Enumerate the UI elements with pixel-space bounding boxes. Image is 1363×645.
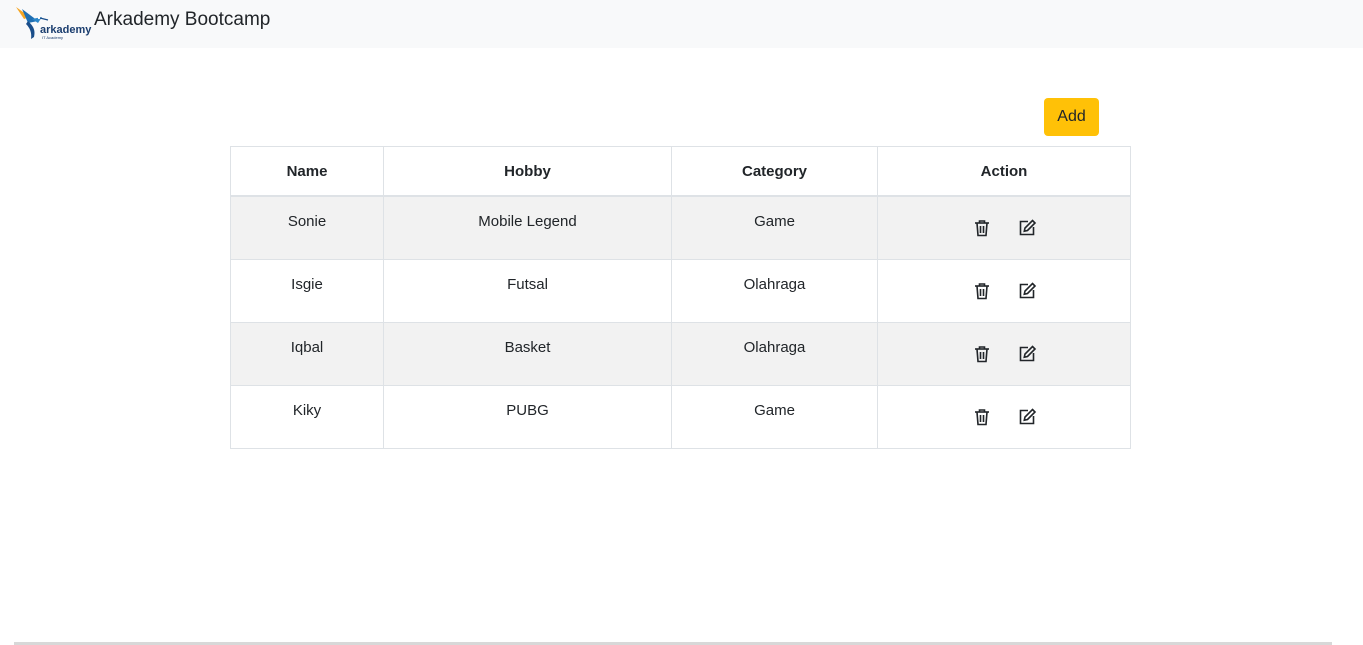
cell-action [877, 385, 1131, 449]
hobby-text: PUBG [506, 402, 549, 419]
table-row: Isgie Futsal Olahraga [230, 259, 1131, 323]
category-text: Olahraga [743, 339, 806, 356]
cell-name: Kiky [230, 385, 384, 449]
cell-name: Iqbal [230, 322, 384, 386]
trash-icon[interactable] [972, 344, 992, 364]
hobby-table: Name Hobby Category Action Sonie Mobile … [230, 146, 1131, 449]
cell-action [877, 195, 1131, 260]
header-hobby: Hobby [383, 146, 672, 197]
category-text: Game [754, 213, 795, 230]
cell-name: Isgie [230, 259, 384, 323]
cell-category: Olahraga [671, 322, 878, 386]
category-text: Game [754, 402, 795, 419]
cell-action [877, 322, 1131, 386]
name-text: Isgie [291, 276, 323, 293]
cell-action [877, 259, 1131, 323]
trash-icon[interactable] [972, 407, 992, 427]
brand-title[interactable]: Arkademy Bootcamp [94, 8, 270, 32]
add-button[interactable]: Add [1044, 98, 1099, 136]
edit-icon[interactable] [1018, 218, 1038, 238]
table-header-row: Name Hobby Category Action [230, 146, 1131, 197]
svg-text:IT Academy: IT Academy [42, 35, 63, 40]
arkademy-logo[interactable]: arkademy IT Academy [12, 3, 96, 43]
cell-category: Game [671, 195, 878, 260]
cell-hobby: Futsal [383, 259, 672, 323]
category-text: Olahraga [743, 276, 806, 293]
edit-icon[interactable] [1018, 407, 1038, 427]
hobby-text: Mobile Legend [478, 213, 577, 230]
trash-icon[interactable] [972, 281, 992, 301]
cell-category: Game [671, 385, 878, 449]
hobby-text: Basket [504, 339, 551, 356]
table-row: Sonie Mobile Legend Game [230, 195, 1131, 260]
name-text: Kiky [292, 402, 322, 419]
header-category: Category [671, 146, 878, 197]
trash-icon[interactable] [972, 218, 992, 238]
table-row: Iqbal Basket Olahraga [230, 322, 1131, 386]
name-text: Iqbal [290, 339, 324, 356]
header-name: Name [230, 146, 384, 197]
table-row: Kiky PUBG Game [230, 385, 1131, 449]
cell-hobby: Mobile Legend [383, 195, 672, 260]
hobby-text: Futsal [507, 276, 548, 293]
header-action: Action [877, 146, 1131, 197]
cell-category: Olahraga [671, 259, 878, 323]
navbar: arkademy IT Academy Arkademy Bootcamp [0, 0, 1363, 48]
cell-hobby: Basket [383, 322, 672, 386]
cell-name: Sonie [230, 195, 384, 260]
edit-icon[interactable] [1018, 344, 1038, 364]
cell-hobby: PUBG [383, 385, 672, 449]
edit-icon[interactable] [1018, 281, 1038, 301]
name-text: Sonie [287, 213, 327, 230]
